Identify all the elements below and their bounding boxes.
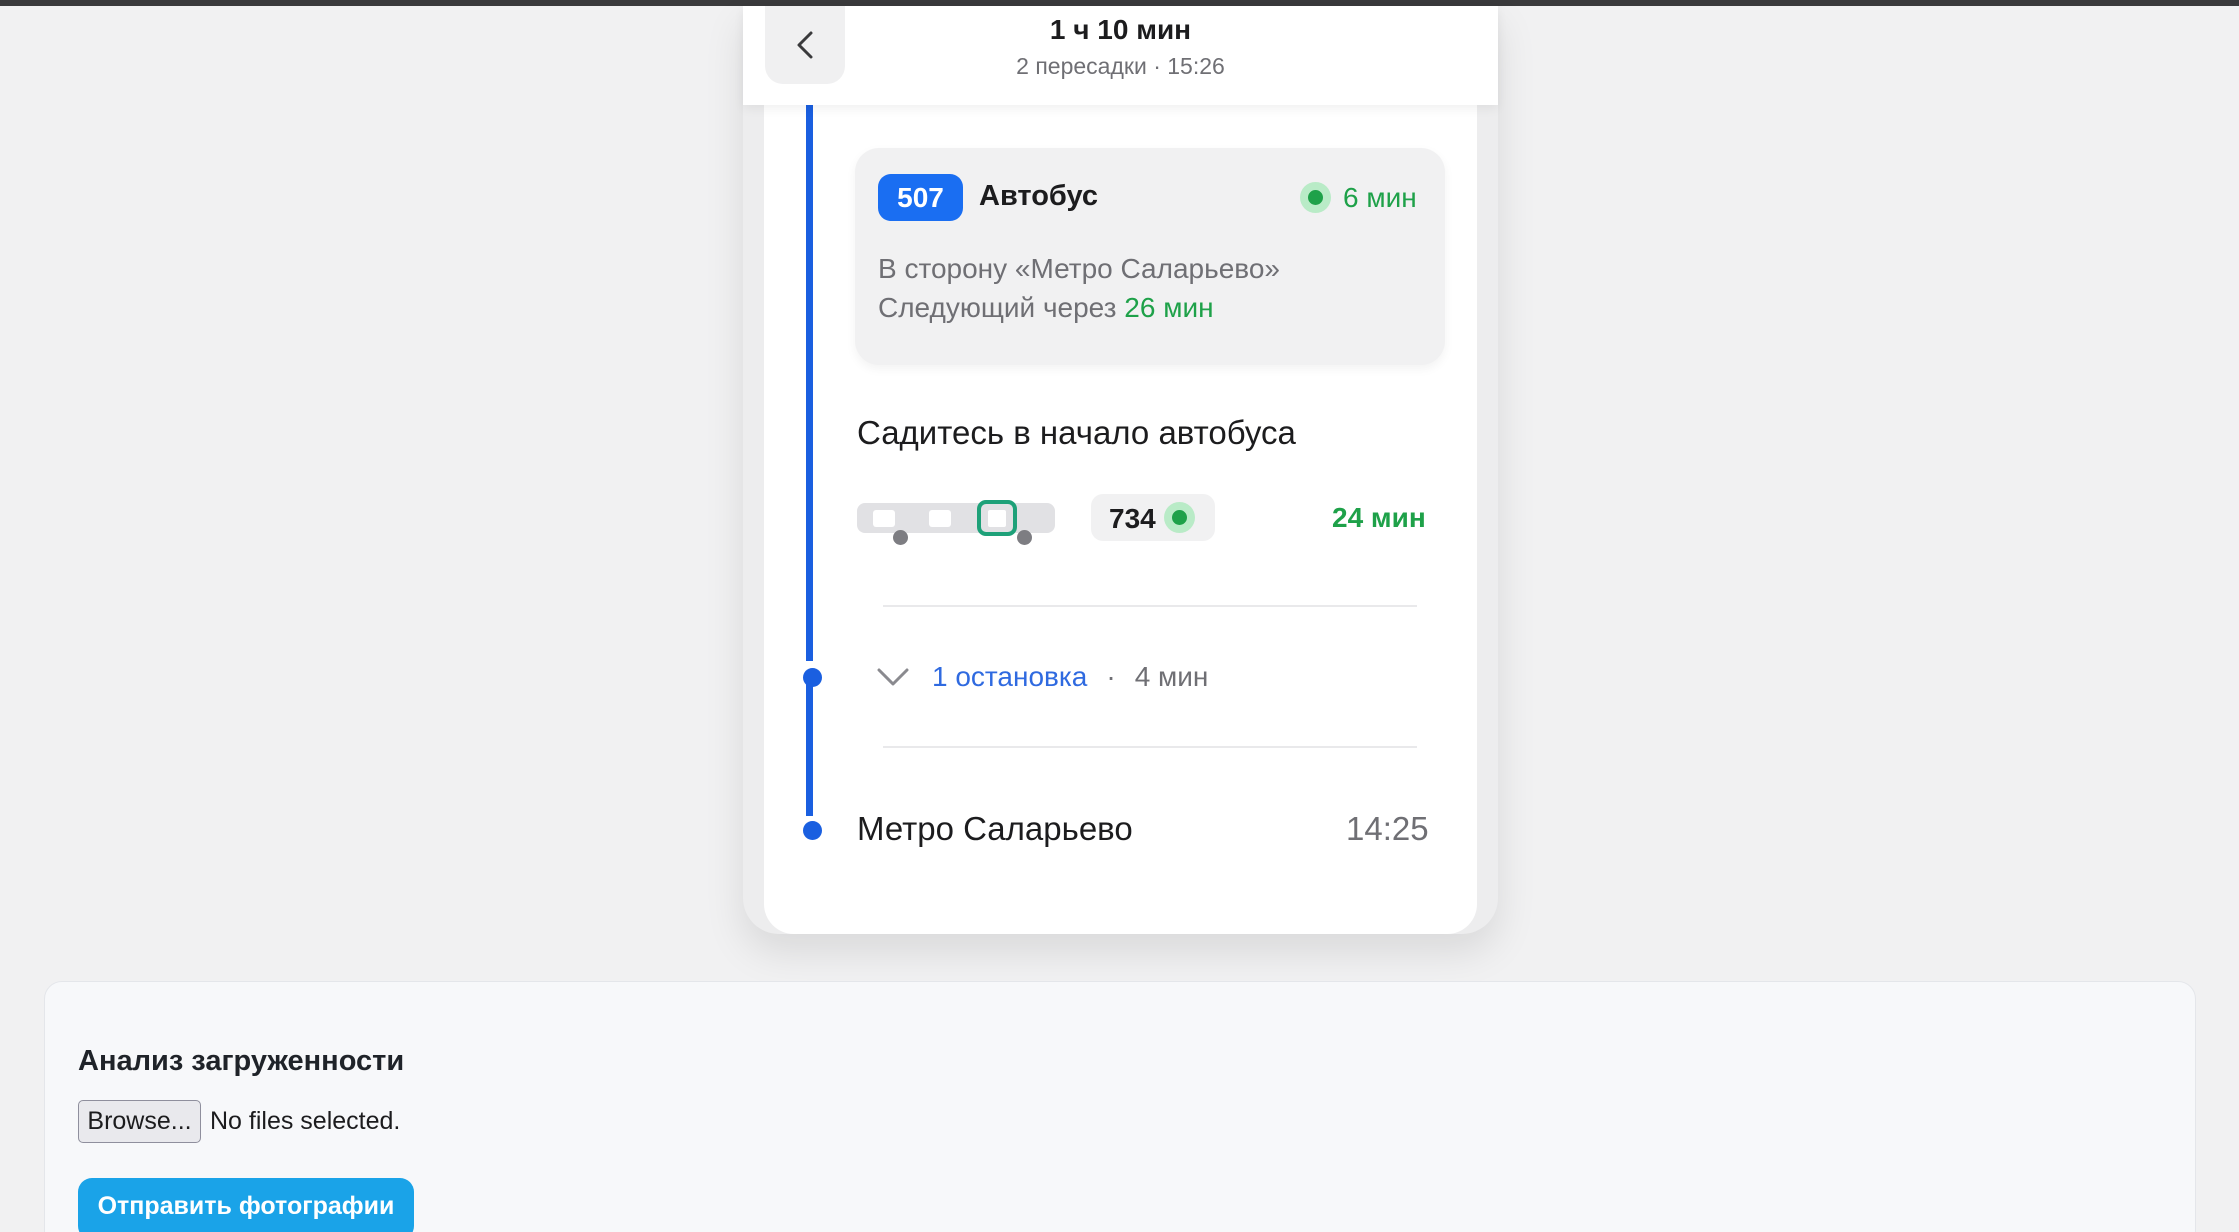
live-indicator-icon xyxy=(1300,182,1331,213)
next-bus-prefix: Следующий через xyxy=(878,292,1117,323)
trip-duration: 1 ч 10 мин xyxy=(1049,14,1192,45)
browse-files-button[interactable]: Browse... xyxy=(78,1100,201,1143)
divider xyxy=(883,605,1417,607)
bus-front-highlight xyxy=(977,500,1017,536)
stops-duration: 4 мин xyxy=(1134,661,1209,692)
chevron-down-icon[interactable] xyxy=(876,665,910,689)
bus-wheel xyxy=(1017,530,1032,545)
route-detail-card: 1 ч 10 мин 2 пересадки · 15:26 xyxy=(743,6,1498,934)
route-line xyxy=(806,105,813,661)
vehicle-chip[interactable]: 734 xyxy=(1091,494,1215,541)
stops-toggle[interactable]: 1 остановка · 4 мин xyxy=(876,657,1208,697)
route-number-badge: 507 xyxy=(878,174,963,221)
separator-dot: · xyxy=(1106,661,1116,692)
live-indicator-icon xyxy=(1164,502,1195,533)
vehicle-eta: 24 мин xyxy=(1332,502,1426,533)
occupancy-analysis-panel: Анализ загруженности Browse... No files … xyxy=(44,981,2196,1232)
direction-text: В сторону «Метро Саларьево» xyxy=(878,253,1280,284)
bus-info-card[interactable]: 507 Автобус 6 мин В сторону «Метро Салар… xyxy=(855,148,1445,365)
stops-count-link[interactable]: 1 остановка xyxy=(932,661,1087,693)
trip-summary: 2 пересадки · 15:26 xyxy=(1016,53,1225,79)
panel-title: Анализ загруженности xyxy=(78,1045,405,1077)
submit-photos-button[interactable]: Отправить фотографии xyxy=(78,1178,414,1232)
destination-stop-name: Метро Саларьево xyxy=(857,810,1133,847)
bus-window xyxy=(929,510,951,527)
arrival-eta: 6 мин xyxy=(1343,182,1417,213)
route-destination-dot xyxy=(803,821,822,840)
divider xyxy=(883,746,1417,748)
file-selection-status: No files selected. xyxy=(210,1107,401,1135)
route-line xyxy=(806,684,813,816)
next-bus-text: Следующий через 26 мин xyxy=(878,292,1214,324)
destination-arrival-time: 14:25 xyxy=(1346,810,1429,847)
boarding-hint: Садитесь в начало автобуса xyxy=(857,414,1296,451)
vehicle-type: Автобус xyxy=(979,180,1098,212)
route-sheet xyxy=(764,6,1477,934)
vehicle-number: 734 xyxy=(1109,503,1156,534)
route-header: 1 ч 10 мин 2 пересадки · 15:26 xyxy=(743,6,1498,105)
bus-window xyxy=(873,510,895,527)
bus-wheel xyxy=(893,530,908,545)
next-bus-time: 26 мин xyxy=(1124,292,1214,323)
bus-diagram-icon xyxy=(857,497,1057,547)
route-stop-dot xyxy=(803,668,822,687)
